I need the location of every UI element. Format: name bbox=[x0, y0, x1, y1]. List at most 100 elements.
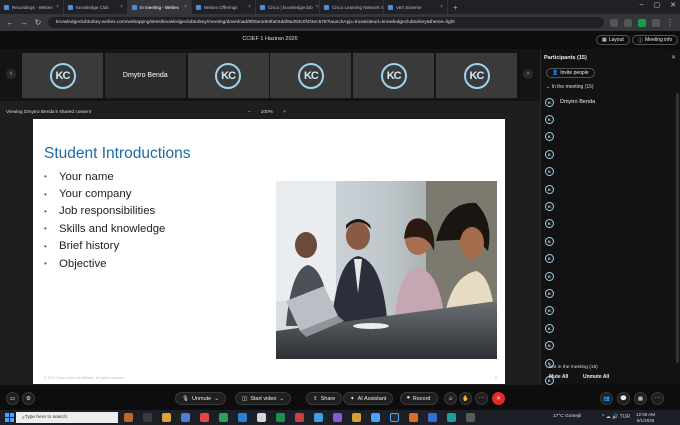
close-tab-icon[interactable]: × bbox=[248, 4, 251, 10]
system-tray[interactable]: ^ ☁ 🔊 TUR bbox=[602, 414, 630, 420]
participant-row[interactable]: K bbox=[545, 321, 645, 335]
participant-row[interactable]: K Dmytro Benda bbox=[545, 95, 645, 109]
in-meeting-header[interactable]: ⌄ In the meeting (15) bbox=[546, 84, 594, 90]
close-panel-icon[interactable]: ✕ bbox=[671, 54, 676, 61]
extension-icon[interactable] bbox=[638, 18, 646, 27]
browser-tab[interactable]: Recordings - Webex × bbox=[0, 0, 64, 14]
participant-row[interactable]: K bbox=[545, 234, 645, 248]
close-tab-icon[interactable]: × bbox=[56, 4, 59, 10]
zoom-level[interactable]: 100% bbox=[261, 110, 273, 115]
taskbar-app-icon[interactable] bbox=[238, 413, 247, 422]
extension-icon[interactable] bbox=[610, 18, 618, 27]
settings-icon[interactable]: ⚙ bbox=[22, 392, 35, 405]
strip-prev-icon[interactable]: ‹ bbox=[6, 69, 16, 79]
browser-tab[interactable]: Vert Sisteme × bbox=[384, 0, 448, 14]
participant-row[interactable]: K bbox=[545, 252, 645, 266]
extension-icon[interactable] bbox=[624, 18, 632, 27]
participant-row[interactable]: K bbox=[545, 286, 645, 300]
browser-tab[interactable]: Knowledge Club × bbox=[64, 0, 128, 14]
participant-row[interactable]: K bbox=[545, 147, 645, 161]
layout-button[interactable]: ▦ Layout bbox=[596, 35, 630, 45]
zoom-in-button[interactable]: + bbox=[283, 110, 286, 115]
participant-row[interactable]: K bbox=[545, 182, 645, 196]
taskbar-app-icon[interactable] bbox=[352, 413, 361, 422]
file-explorer-icon[interactable] bbox=[162, 413, 171, 422]
browser-menu-icon[interactable]: ⋮ bbox=[666, 18, 674, 27]
participant-row[interactable]: K bbox=[545, 165, 645, 179]
profile-icon[interactable] bbox=[652, 18, 660, 27]
video-tile[interactable]: KC bbox=[436, 53, 517, 98]
reload-icon[interactable]: ↻ bbox=[34, 18, 42, 27]
taskbar-app-icon[interactable] bbox=[333, 413, 342, 422]
more-panels-icon[interactable]: ⋯ bbox=[651, 392, 664, 405]
video-tile[interactable]: KC bbox=[270, 53, 352, 98]
close-tab-icon[interactable]: × bbox=[120, 4, 123, 10]
participant-row[interactable]: K bbox=[545, 217, 645, 231]
new-tab-button[interactable]: + bbox=[448, 3, 463, 12]
not-in-meeting-header[interactable]: › Not in the meeting (18) bbox=[546, 365, 598, 370]
maximize-button[interactable]: ▢ bbox=[654, 1, 661, 9]
participant-row[interactable]: K bbox=[545, 339, 645, 353]
invite-people-button[interactable]: 👤 Invite people bbox=[546, 68, 595, 78]
apps-icon[interactable]: ▦ bbox=[634, 392, 647, 405]
taskbar-app-icon[interactable] bbox=[181, 413, 190, 422]
video-tile[interactable]: KC bbox=[353, 53, 435, 98]
url-field[interactable]: knowledgeclubturkey.webex.com/webappng/s… bbox=[48, 17, 604, 28]
video-tile[interactable]: KC bbox=[22, 53, 103, 98]
close-tab-icon[interactable]: × bbox=[440, 4, 443, 10]
ai-assistant-button[interactable]: ✦ AI Assistant bbox=[343, 392, 394, 405]
taskbar-app-icon[interactable] bbox=[447, 413, 456, 422]
taskbar-app-icon[interactable] bbox=[257, 413, 266, 422]
participant-row[interactable]: K bbox=[545, 304, 645, 318]
browser-app-icon[interactable] bbox=[371, 413, 380, 422]
weather-widget[interactable]: 17°C Güneşli bbox=[553, 414, 581, 419]
taskbar-app-icon[interactable] bbox=[200, 413, 209, 422]
unmute-button[interactable]: 🎙 Unmute ⌄ bbox=[175, 392, 226, 405]
forward-arrow-icon[interactable]: → bbox=[20, 18, 28, 27]
task-view-icon[interactable] bbox=[143, 413, 152, 422]
more-options-icon[interactable]: ⋯ bbox=[475, 392, 488, 405]
browser-tab[interactable]: Cisco | knowledgeclub × bbox=[256, 0, 320, 14]
start-video-button[interactable]: ◫ Start video ⌄ bbox=[235, 392, 292, 405]
taskbar-app-icon[interactable] bbox=[276, 413, 285, 422]
taskbar-app-icon[interactable] bbox=[124, 413, 133, 422]
minimize-button[interactable]: – bbox=[640, 1, 644, 9]
strip-next-icon[interactable]: › bbox=[523, 69, 533, 79]
meeting-info-button[interactable]: ⓘ Meeting info bbox=[632, 35, 679, 45]
taskbar-clock[interactable]: 12:06 AM 5/1/2026 bbox=[636, 412, 655, 423]
close-tab-icon[interactable]: × bbox=[316, 4, 319, 10]
share-button[interactable]: ⇪ Share bbox=[306, 392, 343, 405]
reactions-icon[interactable]: ☺ bbox=[444, 392, 457, 405]
chat-icon[interactable]: 💬 bbox=[617, 392, 630, 405]
taskbar-app-icon[interactable] bbox=[428, 413, 437, 422]
leave-meeting-button[interactable]: ✕ bbox=[492, 392, 505, 405]
taskbar-search[interactable]: ⌕ Type here to search bbox=[16, 412, 118, 423]
taskbar-app-icon[interactable] bbox=[314, 413, 323, 422]
taskbar-app-icon[interactable] bbox=[466, 413, 475, 422]
participants-icon[interactable]: 👥 bbox=[600, 392, 613, 405]
back-arrow-icon[interactable]: ← bbox=[6, 18, 14, 27]
video-tile[interactable]: KC bbox=[187, 53, 269, 98]
windows-start-icon[interactable] bbox=[5, 413, 14, 422]
record-button[interactable]: ⏺ Record bbox=[400, 392, 438, 405]
taskbar-app-icon[interactable] bbox=[295, 413, 304, 422]
taskbar-app-icon[interactable] bbox=[409, 413, 418, 422]
browser-tab[interactable]: Webex Offerings × bbox=[192, 0, 256, 14]
unmute-all-button[interactable]: Unmute All bbox=[583, 374, 609, 380]
webex-app-icon[interactable] bbox=[390, 413, 399, 422]
browser-tab[interactable]: In meeting - Webex × bbox=[128, 0, 192, 14]
participant-row[interactable]: K bbox=[545, 269, 645, 283]
chevron-down-icon[interactable]: ⌄ bbox=[214, 396, 219, 402]
close-window-button[interactable]: ✕ bbox=[670, 1, 676, 9]
video-tile[interactable]: Dmytro Benda bbox=[104, 53, 186, 98]
participant-row[interactable]: K bbox=[545, 130, 645, 144]
raise-hand-icon[interactable]: ✋ bbox=[459, 392, 472, 405]
mute-all-button[interactable]: Mute All bbox=[549, 374, 568, 380]
participant-row[interactable]: K bbox=[545, 112, 645, 126]
zoom-out-button[interactable]: – bbox=[248, 110, 251, 115]
participant-row[interactable]: K bbox=[545, 199, 645, 213]
participant-scrollbar[interactable] bbox=[676, 93, 679, 363]
browser-tab[interactable]: Cisco Learning Network Space× bbox=[320, 0, 384, 14]
close-tab-icon[interactable]: × bbox=[184, 4, 187, 10]
chevron-down-icon[interactable]: ⌄ bbox=[280, 396, 285, 402]
